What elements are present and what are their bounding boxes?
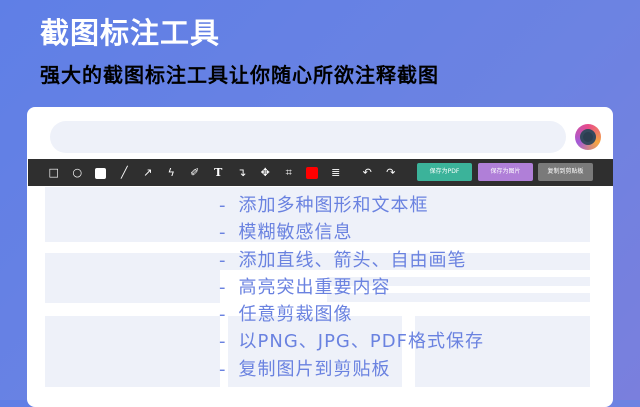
feature-item: - 任意剪裁图像 [219, 301, 484, 328]
placeholder-block [45, 316, 220, 387]
placeholder-block [45, 253, 220, 303]
blur-icon[interactable]: ↴ [230, 159, 254, 186]
stroke-width-icon[interactable]: ≣ [324, 159, 348, 186]
color-icon[interactable] [301, 159, 325, 186]
fill-icon[interactable] [89, 159, 113, 186]
feature-item: - 添加多种图形和文本框 [219, 192, 484, 219]
bullet: - [219, 195, 227, 216]
rectangle-icon[interactable]: □ [42, 159, 66, 186]
undo-icon[interactable]: ↶ [356, 159, 380, 186]
pen-icon[interactable]: ϟ [160, 159, 184, 186]
arrow-icon[interactable]: ↗ [136, 159, 160, 186]
feature-text: 模糊敏感信息 [238, 222, 353, 244]
feature-item: - 以PNG、JPG、PDF格式保存 [219, 328, 484, 355]
circle-icon[interactable]: ○ [66, 159, 90, 186]
save-image-button[interactable]: 保存为图片 [478, 163, 533, 181]
feature-text: 任意剪裁图像 [238, 304, 353, 326]
app-logo-icon [575, 124, 601, 150]
redo-icon[interactable]: ↷ [379, 159, 403, 186]
feature-text: 以PNG、JPG、PDF格式保存 [238, 331, 484, 353]
feature-item: - 模糊敏感信息 [219, 219, 484, 246]
page-subtitle: 强大的截图标注工具让你随心所欲注释截图 [40, 63, 439, 87]
crop-icon[interactable]: ⌗ [277, 159, 301, 186]
feature-item: - 复制图片到剪贴板 [219, 356, 484, 383]
feature-text: 添加多种图形和文本框 [238, 195, 429, 216]
text-icon[interactable]: T [207, 159, 231, 186]
address-bar[interactable] [50, 121, 566, 153]
bullet: - [219, 222, 227, 244]
feature-text: 复制图片到剪贴板 [238, 358, 391, 380]
bullet: - [219, 304, 227, 326]
feature-item: - 添加直线、箭头、自由画笔 [219, 247, 484, 274]
save-pdf-button[interactable]: 保存为PDF [417, 163, 472, 181]
feature-text: 高亮突出重要内容 [238, 276, 391, 298]
page-title: 截图标注工具 [40, 16, 221, 50]
bullet: - [219, 331, 227, 353]
marker-icon[interactable]: ✐ [183, 159, 207, 186]
feature-item: - 高亮突出重要内容 [219, 274, 484, 301]
annotation-toolbar: □ ○ ╱ ↗ ϟ ✐ T ↴ ✥ ⌗ ≣ ↶ ↷ 保存为PDF 保存为图片 复… [28, 159, 613, 186]
bullet: - [219, 276, 227, 298]
line-icon[interactable]: ╱ [113, 159, 137, 186]
feature-list: - 添加多种图形和文本框 - 模糊敏感信息 - 添加直线、箭头、自由画笔 - 高亮突出重… [219, 192, 484, 383]
feature-text: 添加直线、箭头、自由画笔 [238, 249, 467, 271]
move-icon[interactable]: ✥ [254, 159, 278, 186]
copy-clipboard-button[interactable]: 复制到剪贴板 [538, 163, 593, 181]
bullet: - [219, 249, 227, 271]
bullet: - [219, 358, 227, 380]
